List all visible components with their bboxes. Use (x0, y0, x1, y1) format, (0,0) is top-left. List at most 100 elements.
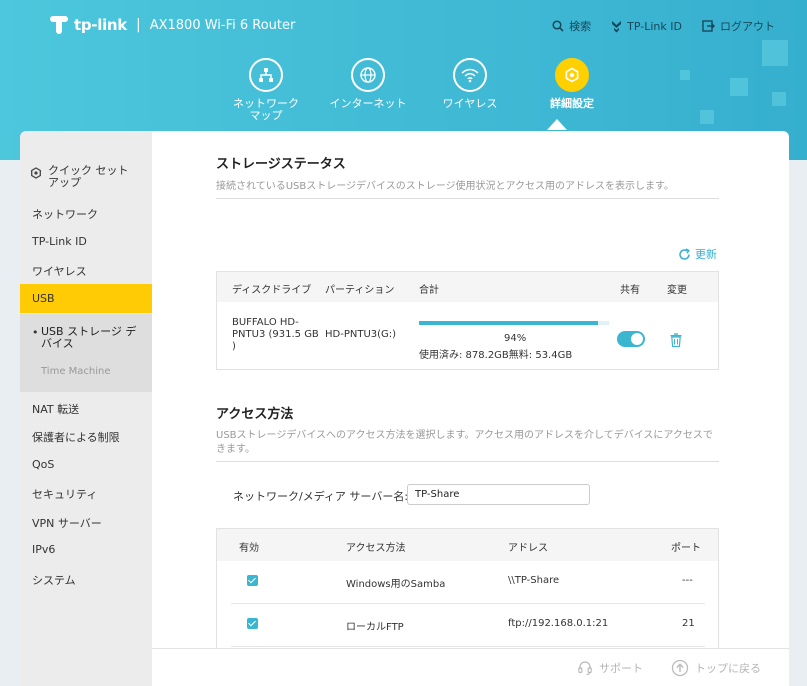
main-panel: ストレージステータス 接続されているUSBストレージデバイスのストレージ使用状況… (152, 131, 789, 659)
sidebar-item-label: システム (32, 574, 76, 587)
decor-square (772, 92, 786, 106)
sidebar-item-label: NAT 転送 (32, 403, 80, 416)
tab-internet-label: インターネット (329, 97, 407, 110)
logout-link[interactable]: ログアウト (702, 18, 775, 34)
sidebar: クイック セット アップ ネットワーク TP-Link ID ワイヤレス USB… (20, 131, 152, 686)
logout-label: ログアウト (720, 20, 775, 33)
sidebar-item-qos[interactable]: QoS (20, 458, 152, 474)
active-tab-caret (547, 119, 567, 130)
globe-icon (351, 58, 385, 92)
col-partition: パーティション (325, 285, 395, 296)
support-link[interactable]: サポート (577, 660, 643, 676)
logout-icon (702, 20, 715, 32)
sidebar-item-quick-setup[interactable]: クイック セット アップ (20, 165, 152, 195)
toggle-knob (631, 333, 643, 345)
access-method: ローカルFTP (346, 622, 404, 633)
access-address: \\TP-Share (508, 575, 560, 586)
access-method-title: アクセス方法 (216, 407, 294, 422)
sidebar-item-label: クイック セット アップ (48, 164, 129, 189)
tplink-logo[interactable]: tp-link | AX1800 Wi-Fi 6 Router (48, 14, 295, 36)
tplink-id-icon (612, 20, 622, 32)
enable-checkbox[interactable] (247, 618, 258, 629)
access-table: 有効 アクセス方法 アドレス ポート Windows用のSamba \\TP-S… (216, 528, 719, 659)
sidebar-item-network[interactable]: ネットワーク (20, 206, 152, 222)
server-name-input[interactable] (407, 484, 590, 505)
sidebar-item-label: VPN サーバー (32, 517, 102, 530)
refresh-label: 更新 (695, 248, 717, 261)
col-enabled: 有効 (239, 543, 259, 554)
gear-icon (555, 58, 589, 92)
divider (216, 461, 719, 462)
sidebar-item-ipv6[interactable]: IPv6 (20, 543, 152, 559)
sidebar-item-label: USB (32, 292, 55, 305)
sidebar-item-usb[interactable]: USB (20, 284, 152, 313)
sidebar-item-time-machine[interactable]: Time Machine (20, 366, 152, 380)
search-link[interactable]: 検索 (552, 18, 591, 34)
divider (216, 198, 719, 199)
tplink-id-link[interactable]: TP-Link ID (611, 18, 682, 34)
quick-setup-icon (31, 167, 41, 179)
tab-internet[interactable]: インターネット (317, 58, 419, 122)
access-address: ftp://192.168.0.1:21 (508, 618, 609, 629)
access-port: 21 (682, 618, 695, 629)
sidebar-item-nat[interactable]: NAT 転送 (20, 401, 152, 417)
back-to-top-label: トップに戻る (695, 661, 761, 675)
decor-square (730, 78, 748, 96)
tab-advanced-label: 詳細設定 (550, 97, 594, 110)
decor-square (762, 40, 788, 66)
trash-icon[interactable] (670, 333, 682, 347)
col-share: 共有 (620, 285, 640, 296)
usage-detail: 使用済み: 878.2GB無料: 53.4GB (419, 350, 573, 361)
tab-wireless[interactable]: ワイヤレス (419, 58, 521, 122)
sidebar-item-label: Time Machine (41, 366, 111, 377)
sidebar-item-label: USB ストレージ デバイス (41, 325, 137, 350)
decor-square (700, 110, 714, 124)
sidebar-item-security[interactable]: セキュリティ (20, 486, 152, 502)
table-row: Windows用のSamba \\TP-Share --- (231, 561, 705, 604)
usage-bar-fill (419, 321, 598, 325)
brand-separator: | (135, 17, 141, 33)
col-port: ポート (671, 543, 701, 554)
refresh-icon (679, 247, 690, 260)
sidebar-item-system[interactable]: システム (20, 572, 152, 588)
sidebar-item-label: TP-Link ID (32, 235, 87, 248)
search-label: 検索 (569, 20, 592, 33)
sidebar-item-label: QoS (32, 458, 55, 471)
search-icon (552, 20, 564, 32)
access-method-description: USBストレージデバイスへのアクセス方法を選択します。アクセス用のアドレスを介し… (216, 430, 713, 455)
bullet: • (32, 326, 39, 339)
share-toggle[interactable] (617, 331, 645, 347)
col-disk: ディスクドライブ (232, 285, 312, 296)
sidebar-item-label: IPv6 (32, 543, 56, 556)
back-to-top-link[interactable]: トップに戻る (671, 659, 761, 677)
decor-square (680, 70, 690, 80)
sidebar-item-usb-storage[interactable]: • USB ストレージ デバイス (20, 326, 152, 354)
usage-percent: 94% (504, 333, 527, 344)
storage-status-description: 接続されているUSBストレージデバイスのストレージ使用状況とアクセス用のアドレス… (216, 181, 675, 192)
sidebar-item-label: ワイヤレス (32, 265, 87, 278)
tab-network-map[interactable]: ネットワーク マップ (215, 58, 317, 122)
storage-status-title: ストレージステータス (216, 157, 346, 172)
enable-checkbox[interactable] (247, 575, 258, 586)
tab-advanced[interactable]: 詳細設定 (521, 58, 623, 122)
sidebar-item-label: セキュリティ (32, 488, 98, 501)
col-method: アクセス方法 (346, 543, 406, 554)
wifi-icon (453, 58, 487, 92)
usb-submenu: • USB ストレージ デバイス Time Machine (20, 314, 152, 392)
router-model: AX1800 Wi-Fi 6 Router (149, 17, 296, 33)
access-method: Windows用のSamba (346, 579, 446, 590)
headset-icon (578, 660, 592, 675)
col-address: アドレス (508, 543, 548, 554)
sidebar-item-wireless[interactable]: ワイヤレス (20, 263, 152, 279)
table-header: 有効 アクセス方法 アドレス ポート (217, 529, 718, 561)
table-header: ディスクドライブ パーティション 合計 共有 変更 (217, 272, 718, 302)
sidebar-item-tplink-id[interactable]: TP-Link ID (20, 235, 152, 251)
sidebar-item-parental[interactable]: 保護者による制限 (20, 429, 152, 445)
network-map-icon (249, 58, 283, 92)
table-row: ローカルFTP ftp://192.168.0.1:21 21 (231, 604, 705, 647)
sidebar-item-vpn[interactable]: VPN サーバー (20, 515, 152, 531)
support-label: サポート (599, 661, 643, 675)
sidebar-item-label: ネットワーク (32, 208, 98, 221)
refresh-button[interactable]: 更新 (678, 246, 717, 262)
footer: サポート トップに戻る (152, 648, 789, 686)
